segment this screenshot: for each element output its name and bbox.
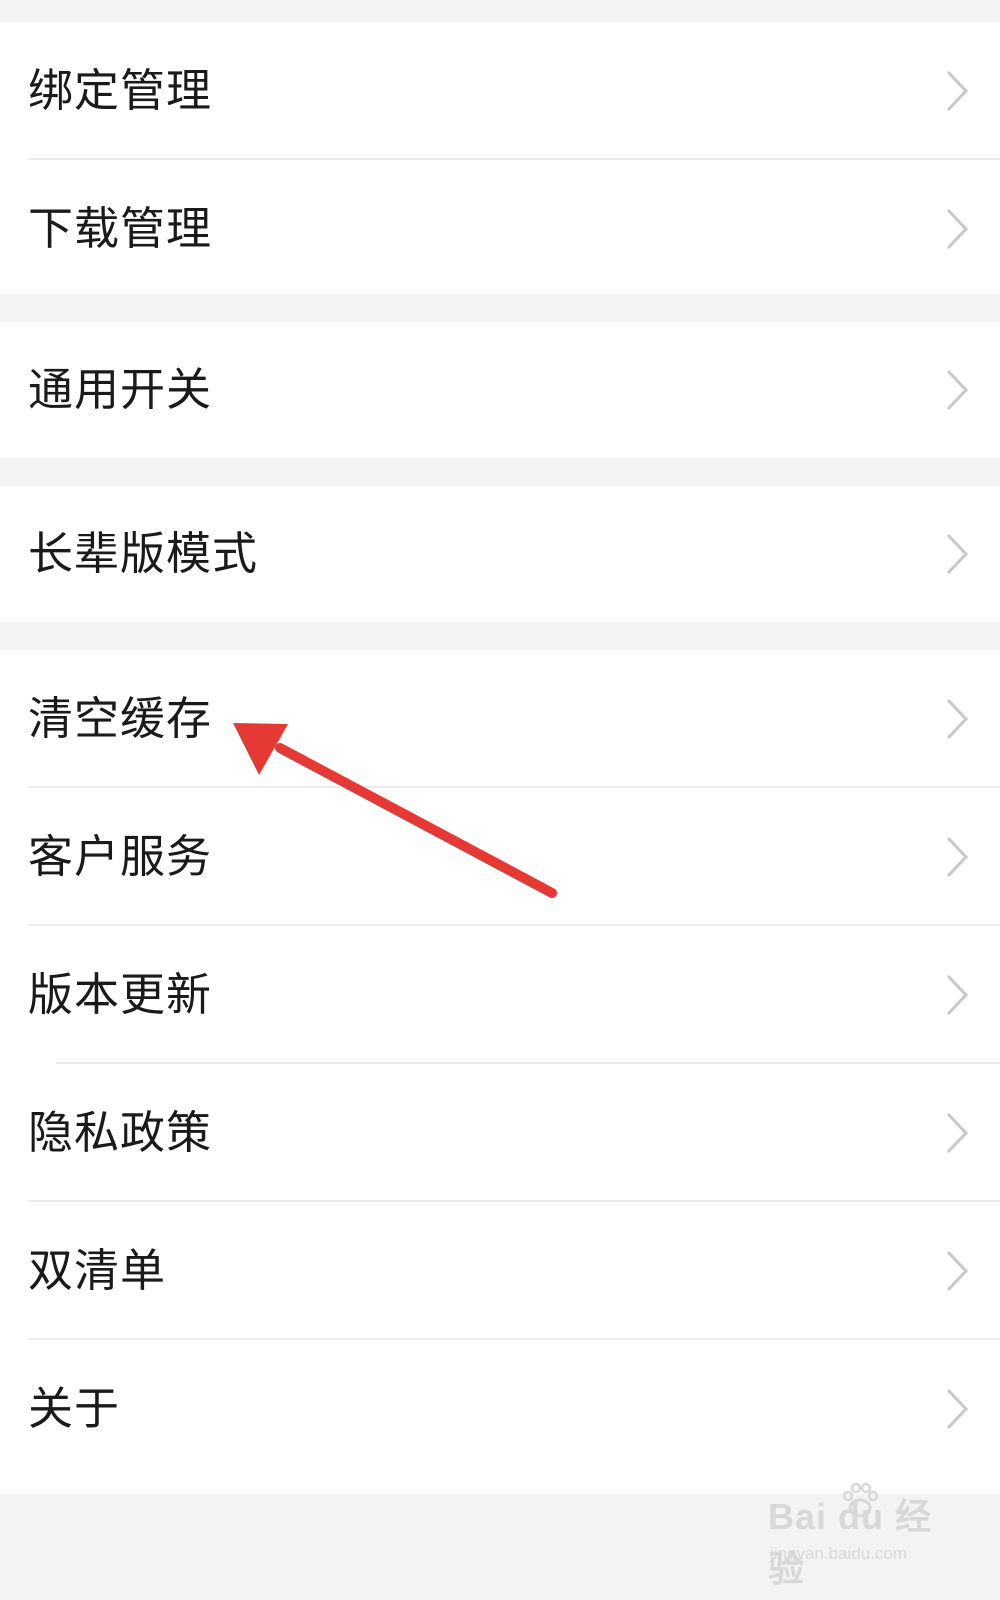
chevron-right-icon	[946, 70, 969, 112]
settings-group-1: 绑定管理 下载管理	[0, 22, 1000, 294]
settings-group-4: 清空缓存 客户服务 版本更新 隐私政策 双清单 关于	[0, 650, 1000, 1494]
chevron-right-icon	[946, 1250, 969, 1292]
chevron-right-icon	[946, 369, 969, 411]
chevron-right-icon	[946, 1388, 969, 1430]
settings-item-label: 长辈版模式	[28, 527, 259, 580]
settings-group-2: 通用开关	[0, 322, 1000, 458]
chevron-right-icon	[946, 974, 969, 1016]
settings-item-label: 客户服务	[28, 830, 213, 883]
chevron-right-icon	[946, 698, 969, 740]
settings-item-elder-mode[interactable]: 长辈版模式	[0, 486, 1000, 622]
chevron-right-icon	[946, 208, 969, 250]
watermark-url: jingyan.baidu.com	[770, 1544, 908, 1563]
settings-item-download-management[interactable]: 下载管理	[0, 160, 1000, 298]
settings-item-general-switches[interactable]: 通用开关	[0, 322, 1000, 458]
chevron-right-icon	[946, 836, 969, 878]
settings-item-version-update[interactable]: 版本更新	[0, 926, 1000, 1064]
settings-item-label: 绑定管理	[28, 64, 213, 117]
chevron-right-icon	[946, 533, 969, 575]
settings-item-about[interactable]: 关于	[0, 1340, 1000, 1478]
settings-item-customer-service[interactable]: 客户服务	[0, 788, 1000, 926]
settings-item-label: 双清单	[28, 1244, 167, 1297]
settings-item-dual-list[interactable]: 双清单	[0, 1202, 1000, 1340]
watermark-brand: Bai du 经验	[768, 1496, 933, 1589]
settings-item-label: 下载管理	[28, 202, 213, 255]
settings-item-label: 关于	[28, 1382, 121, 1435]
chevron-right-icon	[946, 1112, 969, 1154]
settings-item-label: 清空缓存	[28, 692, 213, 745]
settings-item-label: 通用开关	[28, 363, 213, 416]
settings-group-3: 长辈版模式	[0, 486, 1000, 622]
settings-item-privacy-policy[interactable]: 隐私政策	[0, 1064, 1000, 1202]
settings-item-clear-cache[interactable]: 清空缓存	[0, 650, 1000, 788]
settings-item-label: 隐私政策	[28, 1106, 213, 1159]
settings-item-label: 版本更新	[28, 968, 213, 1021]
settings-item-binding-management[interactable]: 绑定管理	[0, 22, 1000, 160]
watermark: Bai du 经验 jingyan.baidu.com	[762, 1482, 962, 1589]
